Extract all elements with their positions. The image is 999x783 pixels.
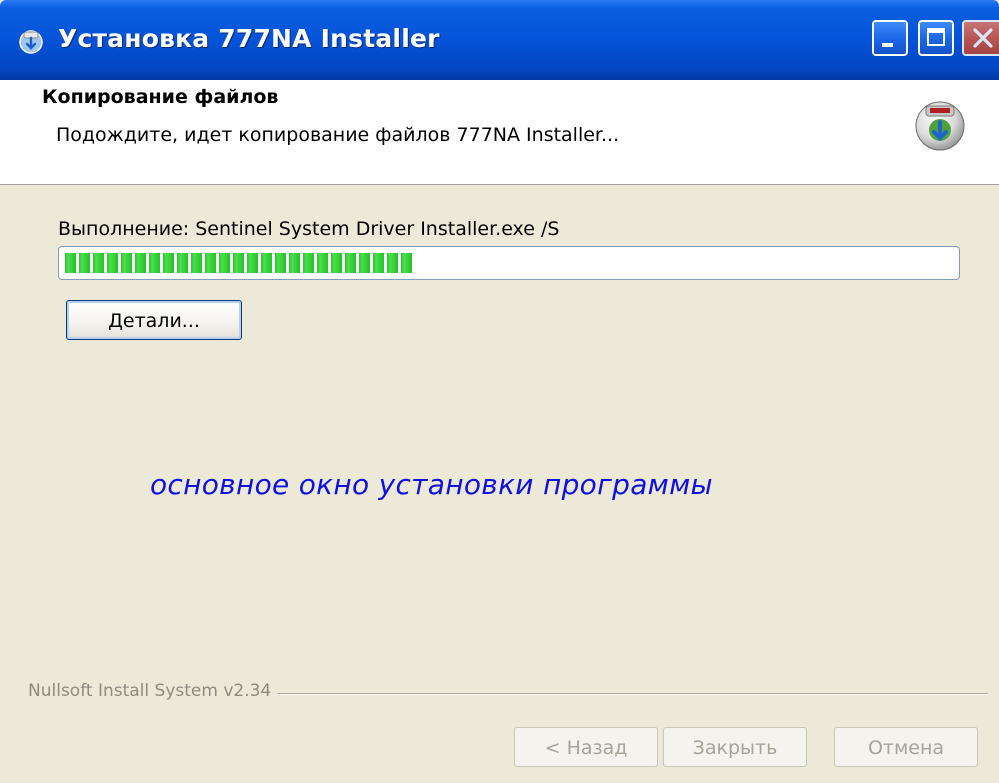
disk-install-icon [912, 96, 968, 152]
progress-bar-fill [65, 253, 412, 273]
page-subtitle: Подождите, идет копирование файлов 777NA… [56, 124, 620, 146]
minimize-button[interactable] [872, 20, 908, 56]
maximize-button[interactable] [918, 20, 954, 56]
close-button[interactable]: Закрыть [663, 727, 807, 767]
window-title: Установка 777NA Installer [58, 24, 440, 53]
cancel-button[interactable]: Отмена [834, 727, 978, 767]
progress-bar [58, 246, 960, 280]
maximize-icon [927, 28, 945, 46]
page-title: Копирование файлов [42, 86, 279, 108]
installer-window: Установка 777NA Installer Копирование фа… [0, 0, 999, 783]
details-button[interactable]: Детали... [66, 300, 242, 340]
branding-text: Nullsoft Install System v2.34 [28, 681, 278, 701]
close-window-button[interactable] [962, 20, 999, 56]
annotation-text: основное окно установки программы [150, 468, 713, 501]
progress-status-text: Выполнение: Sentinel System Driver Insta… [58, 218, 560, 240]
installer-app-icon [18, 28, 44, 54]
minimize-icon [882, 43, 893, 47]
back-button[interactable]: < Назад [514, 727, 658, 767]
title-bar[interactable]: Установка 777NA Installer [0, 0, 999, 80]
close-icon [973, 28, 993, 48]
